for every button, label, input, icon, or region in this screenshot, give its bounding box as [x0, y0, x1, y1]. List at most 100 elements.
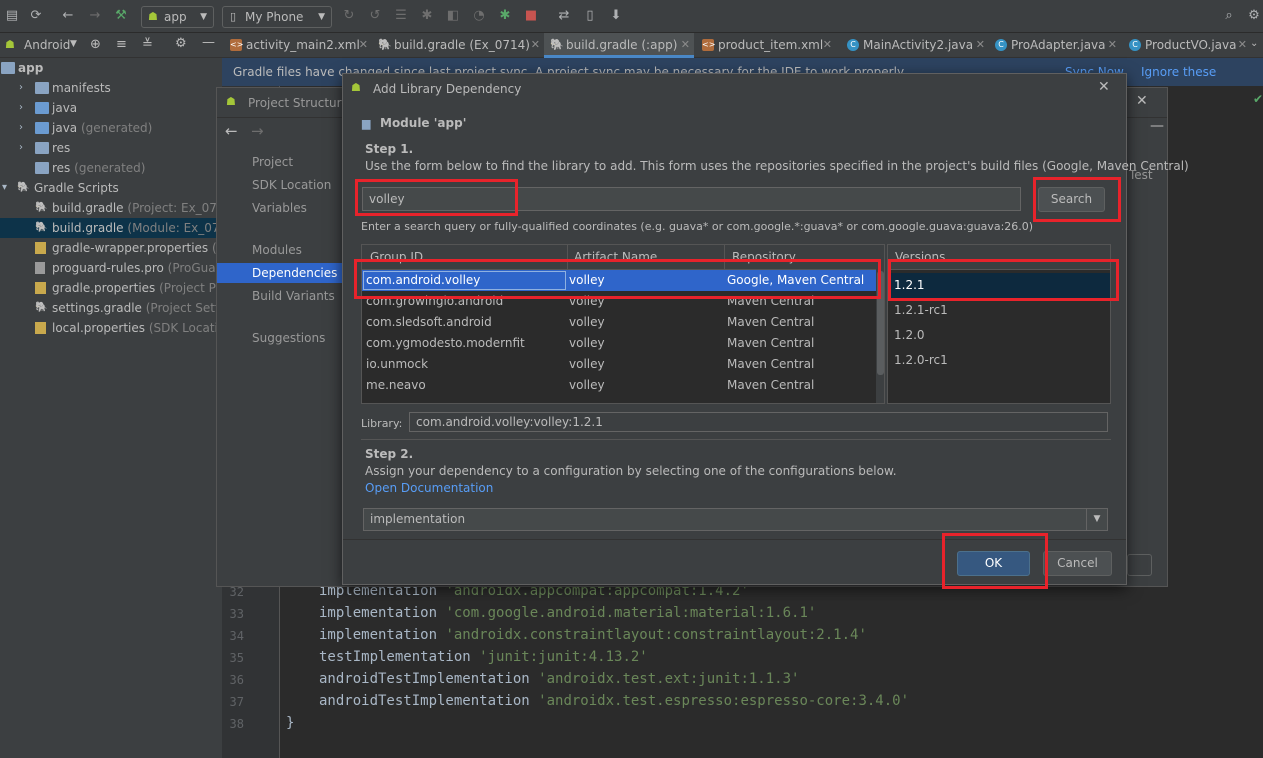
table-row[interactable]: com.ygmodesto.modernfit volley Maven Centr…	[362, 333, 876, 354]
close-icon[interactable]: ✕	[1238, 33, 1247, 57]
column-group-id[interactable]: Group ID	[370, 250, 423, 264]
configuration-select[interactable]: implementation ▼	[363, 508, 1108, 531]
tree-item[interactable]: res (generated)	[0, 158, 222, 178]
tree-item[interactable]: 🐘 build.gradle (Project: Ex_0714)	[0, 198, 222, 218]
column-artifact[interactable]: Artifact Name	[574, 250, 657, 264]
table-row[interactable]: com.android.volley volley Google, Maven Ce…	[362, 270, 876, 291]
table-row[interactable]: me.neavo volley Maven Central	[362, 375, 876, 396]
version-item[interactable]: 1.2.1-rc1	[888, 298, 1110, 323]
tab-build-gradle-project[interactable]: 🐘 build.gradle (Ex_0714) ✕	[372, 33, 544, 58]
hammer-build-icon[interactable]: ⚒	[113, 8, 129, 24]
forward-arrow-icon[interactable]: →	[87, 8, 103, 24]
tree-item[interactable]: ▾ 🐘 Gradle Scripts	[0, 178, 222, 198]
collapse-all-icon[interactable]: ≚	[142, 37, 153, 52]
coverage-icon[interactable]: ◧	[445, 8, 461, 24]
ps-nav-item[interactable]: Modules	[217, 240, 343, 260]
stop-icon[interactable]: ■	[523, 8, 539, 24]
version-item[interactable]: 1.2.1	[888, 273, 1110, 298]
search-button[interactable]: Search	[1038, 187, 1105, 212]
search-input[interactable]: volley	[362, 187, 1021, 211]
ps-nav-item[interactable]: Suggestions	[217, 328, 343, 348]
expand-all-icon[interactable]: ≡	[116, 37, 127, 52]
close-icon[interactable]: ✕	[1098, 79, 1110, 95]
chevron-down-icon[interactable]: ▼	[1086, 509, 1107, 530]
sync-icon[interactable]: ⟳	[28, 8, 44, 24]
device-select[interactable]: ▯ My Phone ▼	[222, 6, 332, 28]
ps-nav-item[interactable]: SDK Location	[217, 175, 343, 195]
run-tests-icon[interactable]: ☰	[393, 8, 409, 24]
tree-item[interactable]: proguard-rules.pro (ProGuard	[0, 258, 222, 278]
gradle-sync-icon[interactable]: ⇄	[556, 8, 572, 24]
tab-pro-adapter[interactable]: C ProAdapter.java ✕	[989, 33, 1121, 58]
tree-item[interactable]: gradle-wrapper.properties (Gra	[0, 238, 222, 258]
chevron-down-icon[interactable]: ▼	[70, 39, 77, 49]
search-icon[interactable]: ⌕	[1221, 8, 1237, 24]
device-manager-icon[interactable]: ▯	[582, 8, 598, 24]
tree-item[interactable]: › java	[0, 98, 222, 118]
folder-icon	[35, 122, 49, 134]
close-icon[interactable]: ✕	[681, 33, 690, 57]
apply-button[interactable]	[1127, 554, 1152, 576]
results-table[interactable]: Group ID Artifact Name Repository com.an…	[361, 244, 885, 404]
ps-nav-item[interactable]: Project	[217, 152, 343, 172]
ok-button[interactable]: OK	[957, 551, 1030, 576]
table-row[interactable]: com.sledsoft.android volley Maven Central	[362, 312, 876, 333]
ps-nav-item[interactable]: Dependencies	[217, 263, 343, 283]
close-icon[interactable]: ✕	[1136, 93, 1148, 109]
apply-changes-icon[interactable]: ↻	[341, 8, 357, 24]
expand-arrow-icon[interactable]: ›	[19, 118, 29, 138]
versions-list[interactable]: Versions 1.2.1 1.2.1-rc1 1.2.0 1.2.0-rc1	[887, 244, 1111, 404]
gear-icon[interactable]: ⚙	[175, 36, 187, 51]
expand-arrow-icon[interactable]: ›	[19, 78, 29, 98]
open-documentation-link[interactable]: Open Documentation	[365, 481, 493, 495]
back-arrow-icon[interactable]: ←	[225, 122, 238, 140]
version-item[interactable]: 1.2.0	[888, 323, 1110, 348]
table-row[interactable]: com.growingio.android volley Maven Central	[362, 291, 876, 312]
tab-activity-main2[interactable]: <> activity_main2.xml ✕	[224, 33, 372, 58]
tree-item[interactable]: 🐘 settings.gradle (Project Setting	[0, 298, 222, 318]
cancel-button[interactable]: Cancel	[1043, 551, 1112, 576]
ps-nav-item[interactable]: Build Variants	[217, 286, 343, 306]
run-config-select[interactable]: ☗ app ▼	[141, 6, 214, 28]
tree-item[interactable]: › res	[0, 138, 222, 158]
tab-build-gradle-app[interactable]: 🐘 build.gradle (:app) ✕	[544, 33, 694, 58]
tab-main-activity2[interactable]: C MainActivity2.java ✕	[841, 33, 989, 58]
attach-debugger-icon[interactable]: ✱	[497, 8, 513, 24]
library-coordinates-field[interactable]: com.android.volley:volley:1.2.1	[409, 412, 1108, 432]
forward-arrow-icon[interactable]: →	[251, 122, 264, 140]
minimize-icon[interactable]: —	[202, 35, 215, 50]
back-arrow-icon[interactable]: ←	[60, 8, 76, 24]
expand-arrow-icon[interactable]: ›	[19, 138, 29, 158]
close-icon[interactable]: ✕	[1108, 33, 1117, 57]
minimize-icon[interactable]: —	[1150, 118, 1164, 134]
expand-arrow-icon[interactable]: ›	[19, 98, 29, 118]
profile-icon[interactable]: ◔	[471, 8, 487, 24]
save-icon[interactable]: ▤	[4, 8, 20, 24]
locate-icon[interactable]: ⊕	[90, 37, 101, 52]
debug-icon[interactable]: ✱	[419, 8, 435, 24]
sdk-manager-icon[interactable]: ⬇	[608, 8, 624, 24]
chevron-down-icon[interactable]: ⌄	[1250, 38, 1258, 49]
tree-item[interactable]: › manifests	[0, 78, 222, 98]
ps-nav-item[interactable]: Variables	[217, 198, 343, 218]
tree-item[interactable]: gradle.properties (Project Prop	[0, 278, 222, 298]
apply-code-changes-icon[interactable]: ↺	[367, 8, 383, 24]
tree-item[interactable]: local.properties (SDK Location	[0, 318, 222, 338]
tree-item[interactable]: › java (generated)	[0, 118, 222, 138]
tree-item[interactable]: ▾app	[0, 58, 222, 78]
version-item[interactable]: 1.2.0-rc1	[888, 348, 1110, 373]
close-icon[interactable]: ✕	[823, 33, 832, 57]
tab-product-item[interactable]: <> product_item.xml ✕	[696, 33, 836, 58]
expand-arrow-icon[interactable]: ▾	[2, 178, 12, 198]
close-icon[interactable]: ✕	[359, 33, 368, 57]
results-scrollbar[interactable]	[876, 245, 884, 403]
table-row[interactable]: io.unmock volley Maven Central	[362, 354, 876, 375]
view-mode-select[interactable]: Android	[24, 38, 70, 52]
gear-icon[interactable]: ⚙	[1246, 8, 1262, 24]
scrollbar-thumb[interactable]	[877, 271, 884, 375]
tree-item[interactable]: 🐘 build.gradle (Module: Ex_0714	[0, 218, 222, 238]
close-icon[interactable]: ✕	[976, 33, 985, 57]
column-repository[interactable]: Repository	[732, 250, 796, 264]
tab-product-vo[interactable]: C ProductVO.java ✕	[1123, 33, 1251, 58]
close-icon[interactable]: ✕	[531, 33, 540, 57]
